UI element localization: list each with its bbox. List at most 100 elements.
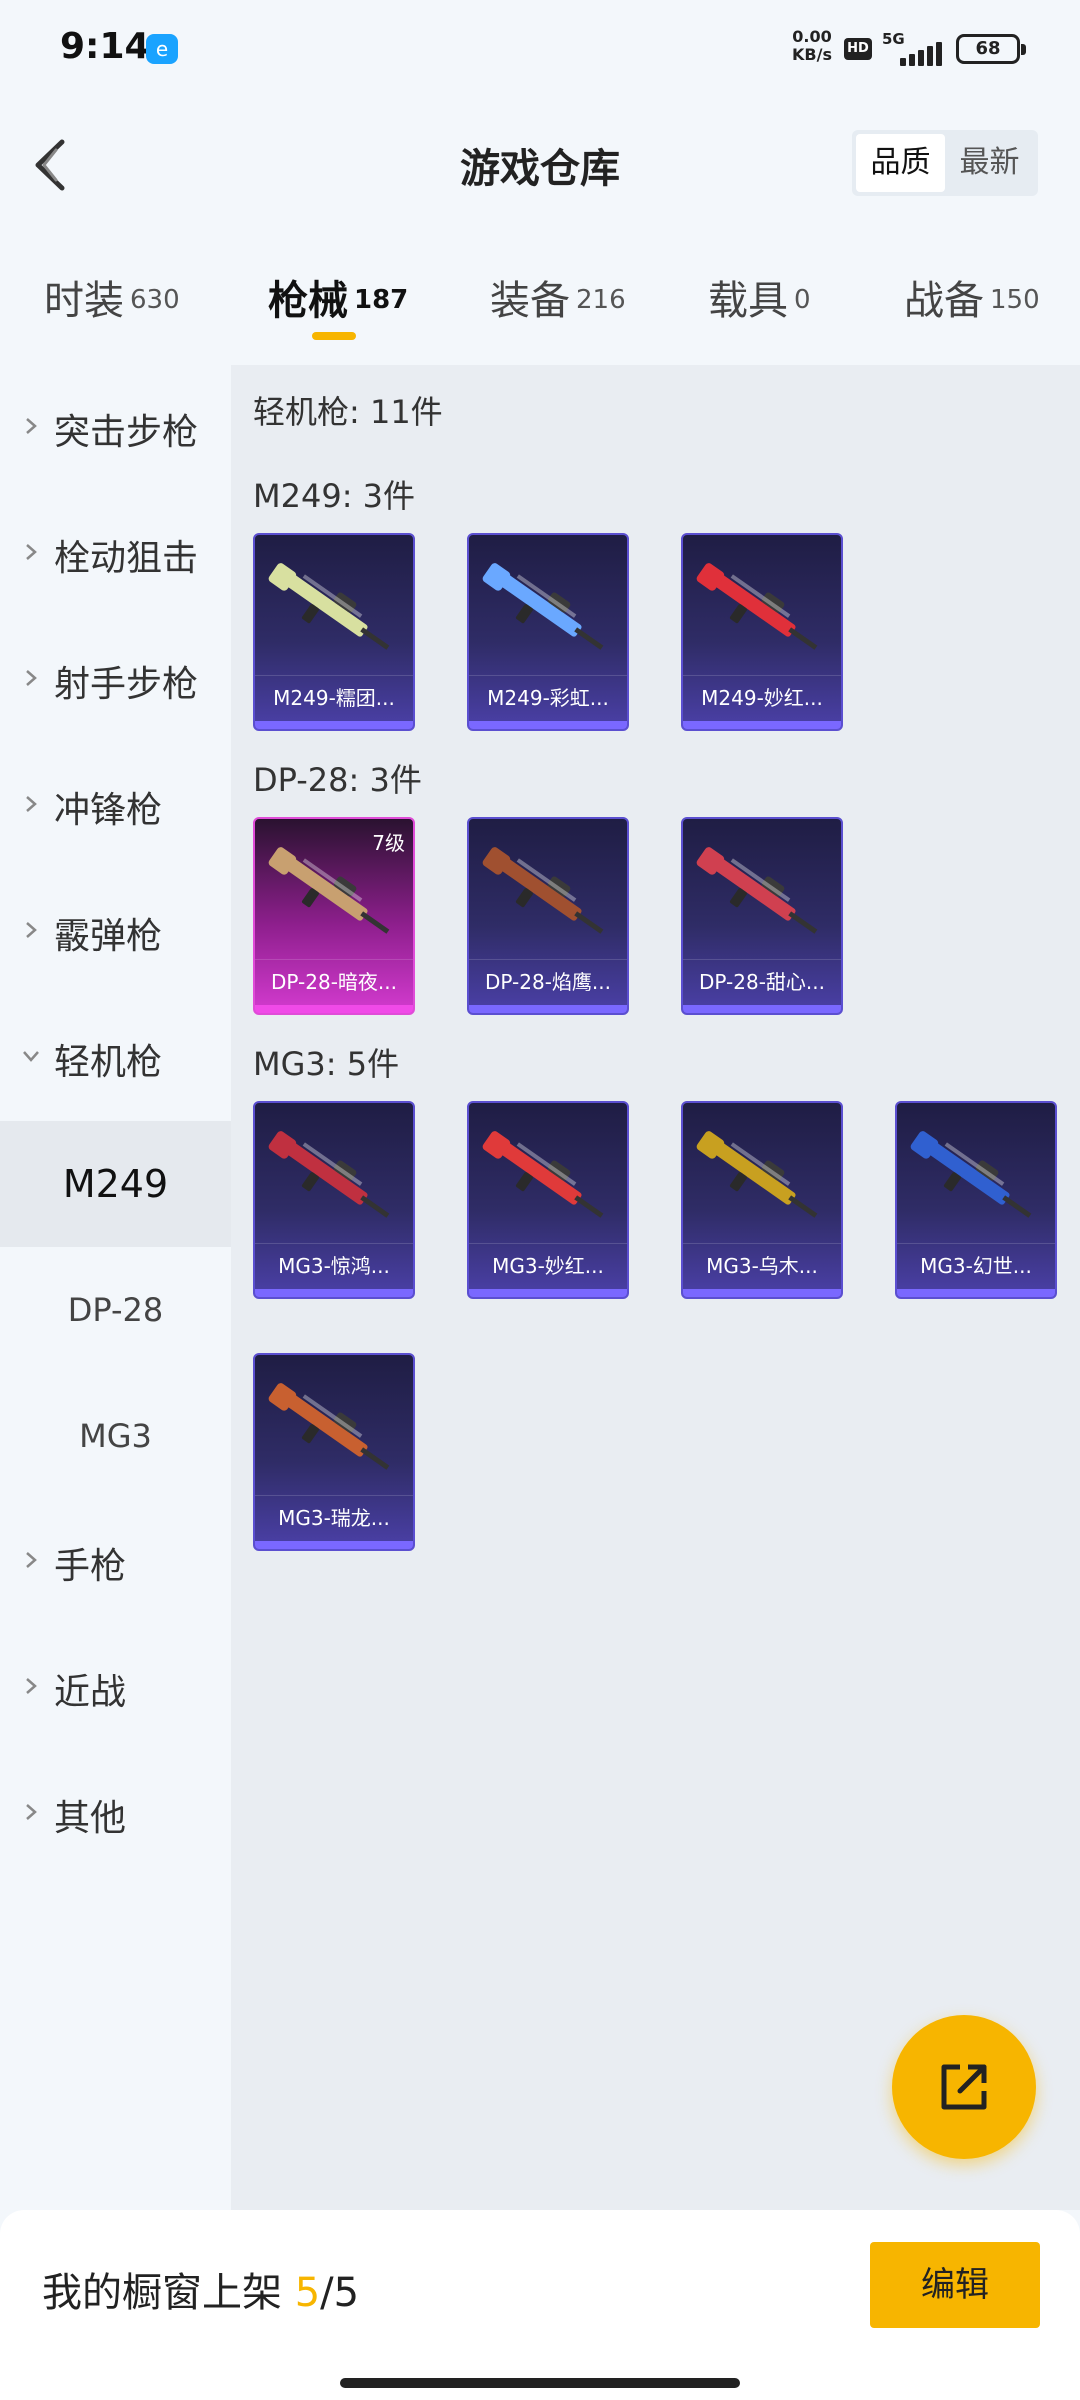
- status-bar: 9:14 e 0.00 KB/s HD 5G 68: [0, 0, 1080, 100]
- lmg-skin-image: [268, 1131, 390, 1218]
- sidebar-item-bolt-sniper[interactable]: 栓动狙击: [0, 491, 231, 617]
- lmg-skin-image: [482, 847, 604, 934]
- edit-button[interactable]: 编辑: [870, 2242, 1040, 2328]
- sidebar-item-label: 近战: [54, 1672, 127, 1713]
- showcase-total: /5: [320, 2270, 360, 2316]
- sidebar-item-label: 冲锋枪: [54, 790, 163, 831]
- chevron-right-icon: [26, 418, 37, 434]
- item-card[interactable]: M249-糯团...: [253, 533, 415, 731]
- e-app-icon: e: [146, 34, 178, 64]
- sidebar-item-label: 其他: [54, 1798, 127, 1839]
- item-name: MG3-乌木...: [683, 1243, 841, 1287]
- group-title-dp28: DP-28: 3件: [253, 761, 422, 799]
- tab-count: 187: [354, 284, 409, 315]
- item-name: M249-彩虹...: [469, 675, 627, 719]
- tab-vehicles[interactable]: 载具 0: [708, 268, 811, 338]
- tab-label: 时装: [44, 278, 124, 324]
- sidebar-item-label: 轻机枪: [54, 1042, 163, 1083]
- item-card[interactable]: MG3-瑞龙...: [253, 1353, 415, 1551]
- item-name: M249-妙红...: [683, 675, 841, 719]
- tab-label: 载具: [708, 278, 788, 324]
- item-card[interactable]: DP-28-甜心...: [681, 817, 843, 1015]
- category-summary: 轻机枪: 11件: [253, 393, 443, 431]
- tab-count: 216: [576, 284, 626, 315]
- warehouse-screen: { "status_bar": { "time": "9:14", "app_b…: [0, 0, 1080, 2400]
- item-card[interactable]: MG3-惊鸿...: [253, 1101, 415, 1299]
- group-title-m249: M249: 3件: [253, 477, 416, 515]
- chevron-down-icon: [23, 1051, 39, 1062]
- sidebar-item-marksman-rifle[interactable]: 射手步枪: [0, 617, 231, 743]
- network-speed-value: 0.00: [792, 27, 832, 46]
- lmg-skin-image: [482, 1131, 604, 1218]
- chevron-right-icon: [26, 1552, 37, 1568]
- chevron-right-icon: [26, 922, 37, 938]
- sort-by-newest[interactable]: 最新: [945, 134, 1034, 192]
- sidebar-subitem-mg3[interactable]: MG3: [0, 1373, 231, 1499]
- item-name: MG3-幻世...: [897, 1243, 1055, 1287]
- network-speed-unit: KB/s: [792, 45, 832, 64]
- header: 游戏仓库 品质 最新: [0, 110, 1080, 220]
- item-name: DP-28-甜心...: [683, 959, 841, 1003]
- group-title-mg3: MG3: 5件: [253, 1045, 400, 1083]
- item-card[interactable]: MG3-幻世...: [895, 1101, 1057, 1299]
- item-card[interactable]: MG3-乌木...: [681, 1101, 843, 1299]
- home-indicator[interactable]: [340, 2378, 740, 2388]
- item-card[interactable]: M249-彩虹...: [467, 533, 629, 731]
- signal-icon: 5G: [882, 30, 944, 66]
- sidebar-subitem-dp28[interactable]: DP-28: [0, 1247, 231, 1373]
- tab-label: 枪械: [268, 278, 348, 324]
- sidebar-item-shotgun[interactable]: 霰弹枪: [0, 869, 231, 995]
- tab-count: 150: [990, 284, 1040, 315]
- sort-toggle: 品质 最新: [852, 130, 1038, 196]
- item-card[interactable]: 7级 DP-28-暗夜...: [253, 817, 415, 1015]
- sidebar-item-other[interactable]: 其他: [0, 1751, 231, 1877]
- sidebar-item-label: 射手步枪: [54, 664, 199, 705]
- showcase-bar: 我的橱窗上架 5/5 编辑: [0, 2210, 1080, 2400]
- sidebar-subitem-m249[interactable]: M249: [0, 1121, 231, 1247]
- share-button[interactable]: [892, 2015, 1036, 2159]
- chevron-right-icon: [26, 1678, 37, 1694]
- showcase-label: 我的橱窗上架: [42, 2270, 282, 2316]
- lmg-skin-image: [696, 1131, 818, 1218]
- sidebar-item-label: 手枪: [54, 1546, 127, 1587]
- showcase-current: 5: [294, 2270, 321, 2316]
- battery-icon: 68: [956, 34, 1026, 64]
- clock: 9:14: [60, 26, 150, 67]
- sidebar: 突击步枪 栓动狙击 射手步枪 冲锋枪 霰弹枪 轻机枪 M249 DP-28 MG…: [0, 365, 231, 2210]
- active-tab-indicator: [312, 332, 356, 340]
- tab-combat-supplies[interactable]: 战备 150: [904, 268, 1040, 338]
- tab-firearms[interactable]: 枪械 187: [268, 268, 408, 338]
- sidebar-item-pistol[interactable]: 手枪: [0, 1499, 231, 1625]
- sort-by-quality[interactable]: 品质: [856, 134, 945, 192]
- tab-label: 装备: [490, 278, 570, 324]
- category-tabs: 时装 630 枪械 187 装备 216 载具 0 战备 150: [0, 250, 1080, 350]
- sidebar-item-label: 突击步枪: [54, 412, 199, 453]
- lmg-skin-image: [910, 1131, 1032, 1218]
- hd-icon: HD: [844, 38, 872, 60]
- sidebar-item-melee[interactable]: 近战: [0, 1625, 231, 1751]
- tab-count: 0: [794, 284, 811, 315]
- item-name: MG3-妙红...: [469, 1243, 627, 1287]
- sidebar-item-assault-rifle[interactable]: 突击步枪: [0, 365, 231, 491]
- item-card[interactable]: M249-妙红...: [681, 533, 843, 731]
- tab-count: 630: [130, 284, 180, 315]
- lmg-skin-image: [482, 563, 604, 650]
- chevron-right-icon: [26, 670, 37, 686]
- lmg-skin-image: [696, 563, 818, 650]
- lmg-skin-image: [696, 847, 818, 934]
- showcase-count: 我的橱窗上架 5/5: [42, 2260, 359, 2318]
- sidebar-item-label: 栓动狙击: [54, 538, 199, 579]
- sidebar-item-smg[interactable]: 冲锋枪: [0, 743, 231, 869]
- item-list: 轻机枪: 11件 M249: 3件 M249-糯团... M249-彩虹... …: [231, 365, 1080, 2210]
- chevron-right-icon: [26, 1804, 37, 1820]
- tab-equipment[interactable]: 装备 216: [490, 268, 626, 338]
- item-name: M249-糯团...: [255, 675, 413, 719]
- item-card[interactable]: DP-28-焰鹰...: [467, 817, 629, 1015]
- item-name: MG3-瑞龙...: [255, 1495, 413, 1539]
- tab-fashion[interactable]: 时装 630: [44, 268, 180, 338]
- sidebar-item-lmg[interactable]: 轻机枪: [0, 995, 231, 1121]
- item-level-badge: 7级: [372, 831, 405, 855]
- network-speed: 0.00 KB/s: [786, 28, 838, 64]
- item-card[interactable]: MG3-妙红...: [467, 1101, 629, 1299]
- item-name: DP-28-暗夜...: [255, 959, 413, 1003]
